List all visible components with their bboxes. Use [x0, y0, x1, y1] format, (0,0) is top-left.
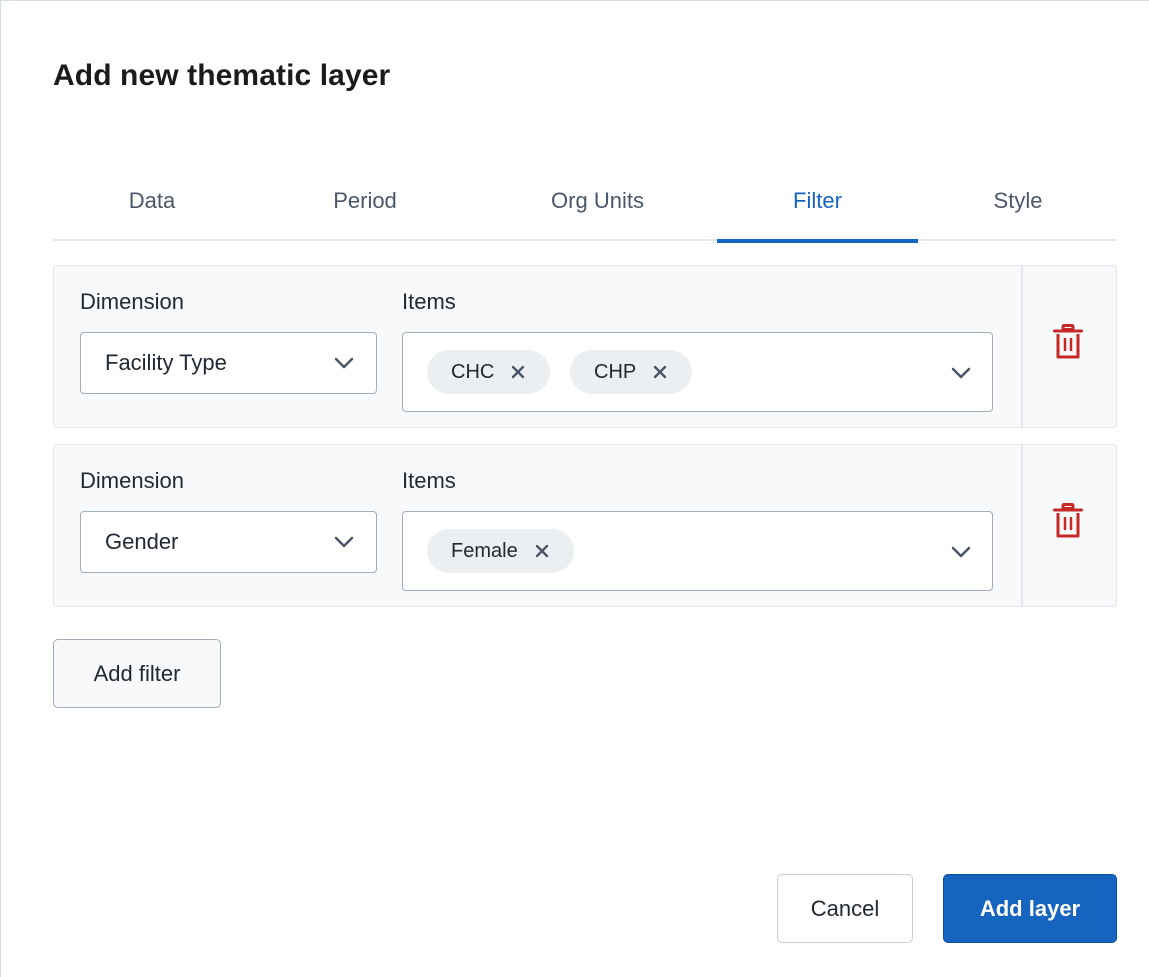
filter-fields: Dimension Items Facility Type CHC CHP [54, 266, 1021, 427]
cancel-button[interactable]: Cancel [777, 874, 913, 943]
filter-actions [1021, 445, 1117, 606]
close-icon[interactable] [534, 543, 550, 559]
items-label: Items [402, 289, 456, 314]
chevron-down-icon [334, 536, 354, 548]
tab-data[interactable]: Data [53, 161, 251, 241]
dimension-label: Dimension [80, 289, 184, 314]
dimension-select[interactable]: Gender [80, 511, 377, 573]
chip-label: CHP [594, 360, 637, 383]
filter-row: Dimension Items Gender Female [53, 444, 1117, 607]
items-label: Items [402, 468, 456, 493]
trash-icon[interactable] [1053, 324, 1083, 360]
add-layer-button[interactable]: Add layer [943, 874, 1117, 943]
dimension-label: Dimension [80, 468, 184, 493]
filter-row: Dimension Items Facility Type CHC CHP [53, 265, 1117, 428]
dimension-select-value: Facility Type [105, 350, 227, 375]
item-chip: CHP [570, 350, 693, 394]
chevron-down-icon [334, 357, 354, 369]
tab-org-units[interactable]: Org Units [479, 161, 716, 241]
add-filter-button[interactable]: Add filter [53, 639, 221, 708]
dimension-select-value: Gender [105, 529, 179, 554]
tab-style[interactable]: Style [918, 161, 1118, 241]
filter-actions [1021, 266, 1117, 427]
tab-bar: Data Period Org Units Filter Style [53, 161, 1118, 243]
close-icon[interactable] [510, 364, 526, 380]
items-multiselect[interactable]: CHC CHP [402, 332, 993, 412]
add-layer-dialog: Add new thematic layer Data Period Org U… [0, 0, 1149, 977]
item-chip: Female [427, 529, 574, 573]
chevron-down-icon [951, 546, 971, 558]
tab-period[interactable]: Period [251, 161, 479, 241]
dimension-select[interactable]: Facility Type [80, 332, 377, 394]
items-multiselect[interactable]: Female [402, 511, 993, 591]
chevron-down-icon [951, 367, 971, 379]
trash-icon[interactable] [1053, 503, 1083, 539]
chip-label: Female [451, 539, 518, 562]
close-icon[interactable] [652, 364, 668, 380]
chip-label: CHC [451, 360, 495, 383]
item-chip: CHC [427, 350, 551, 394]
dialog-title: Add new thematic layer [53, 59, 391, 92]
filter-fields: Dimension Items Gender Female [54, 445, 1021, 606]
tab-filter[interactable]: Filter [717, 161, 918, 243]
